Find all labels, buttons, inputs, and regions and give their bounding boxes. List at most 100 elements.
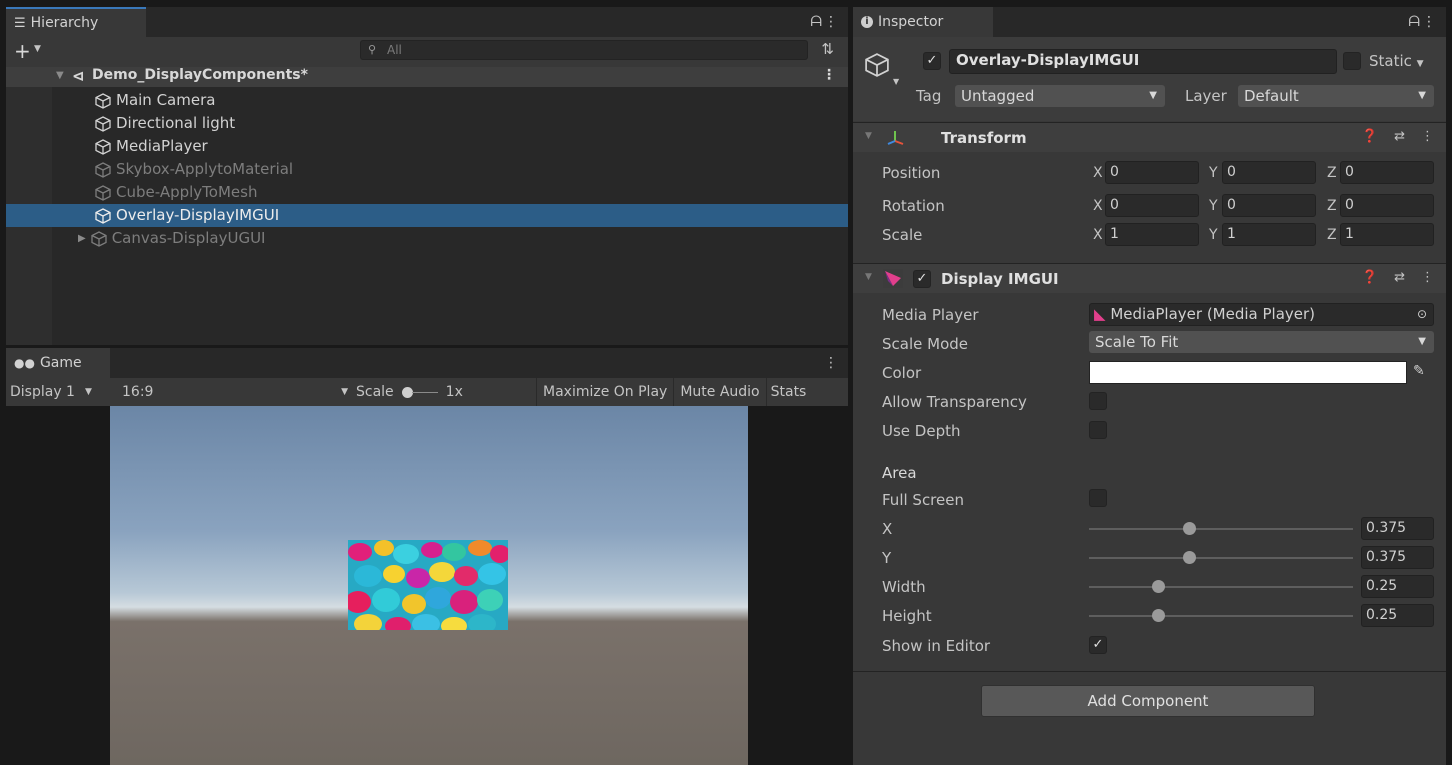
scale-slider[interactable]: Scale 1x — [356, 384, 536, 400]
display-imgui-header-icons: ❓ ⇄ ⋮ — [1362, 270, 1434, 285]
position-x-field[interactable]: 0 — [1105, 161, 1199, 184]
sort-icon[interactable]: ⇅ — [821, 40, 834, 58]
component-menu-icon[interactable]: ⋮ — [1421, 270, 1434, 285]
component-menu-icon[interactable]: ⋮ — [1421, 129, 1434, 144]
preset-icon[interactable]: ⇄ — [1394, 270, 1405, 285]
scene-row[interactable]: ▼ ⊲ Demo_DisplayComponents* ⋮ — [6, 67, 848, 87]
position-x-label[interactable]: X — [1093, 165, 1103, 181]
aspect-dropdown[interactable]: 16:9 ▼ — [116, 384, 356, 400]
kebab-menu-icon[interactable]: ⋮ — [824, 355, 838, 371]
game-viewport[interactable] — [6, 406, 848, 765]
active-checkbox[interactable]: ✓ — [923, 52, 941, 70]
list-item[interactable]: ▶ Canvas-DisplayUGUI — [78, 227, 265, 250]
area-y-field[interactable]: 0.375 — [1361, 546, 1434, 569]
height-slider-knob[interactable] — [1152, 609, 1165, 622]
show-in-editor-checkbox[interactable]: ✓ — [1089, 636, 1107, 654]
game-tabbar: ●● Game ⋮ — [6, 348, 848, 378]
scale-y-field[interactable]: 1 — [1222, 223, 1316, 246]
rotation-y-label[interactable]: Y — [1209, 198, 1218, 214]
area-x-slider-knob[interactable] — [1183, 522, 1196, 535]
media-player-field[interactable]: ◣ MediaPlayer (Media Player) ⊙ — [1089, 303, 1434, 326]
scale-x-field[interactable]: 1 — [1105, 223, 1199, 246]
maximize-on-play-button[interactable]: Maximize On Play — [537, 384, 673, 400]
area-y-slider-knob[interactable] — [1183, 551, 1196, 564]
scale-slider-track[interactable] — [401, 386, 438, 398]
position-y-label[interactable]: Y — [1209, 165, 1218, 181]
tab-game[interactable]: ●● Game — [6, 348, 110, 378]
area-x-value: 0.375 — [1366, 520, 1407, 536]
gameobject-cube-icon[interactable] — [863, 51, 891, 79]
use-depth-checkbox[interactable] — [1089, 421, 1107, 439]
tab-inspector[interactable]: i Inspector — [853, 7, 993, 37]
scale-x-label[interactable]: X — [1093, 227, 1103, 243]
lock-icon[interactable]: ᗩ — [810, 14, 822, 30]
area-x-field[interactable]: 0.375 — [1361, 517, 1434, 540]
chevron-down-icon: ▼ — [1418, 336, 1426, 347]
transform-header[interactable]: ▼ Transform ❓ ⇄ ⋮ — [853, 122, 1446, 152]
component-enabled-checkbox[interactable]: ✓ — [913, 270, 931, 288]
list-item[interactable]: Main Camera — [94, 89, 215, 112]
help-icon[interactable]: ❓ — [1362, 129, 1378, 144]
object-name-field[interactable]: Overlay-DisplayIMGUI — [949, 49, 1337, 74]
rotation-y-field[interactable]: 0 — [1222, 194, 1316, 217]
mute-audio-button[interactable]: Mute Audio — [674, 384, 765, 400]
show-in-editor-label: Show in Editor — [882, 637, 991, 655]
search-input[interactable]: ⚲ All — [360, 40, 808, 60]
position-z-label[interactable]: Z — [1327, 165, 1337, 181]
rotation-z-label[interactable]: Z — [1327, 198, 1337, 214]
display-imgui-title: Display IMGUI — [941, 270, 1059, 288]
scene-menu-icon[interactable]: ⋮ — [822, 67, 836, 83]
tag-dropdown[interactable]: Untagged ▼ — [955, 85, 1165, 107]
width-slider-knob[interactable] — [1152, 580, 1165, 593]
position-z-field[interactable]: 0 — [1340, 161, 1434, 184]
scale-z-label[interactable]: Z — [1327, 227, 1337, 243]
layer-dropdown[interactable]: Default ▼ — [1238, 85, 1434, 107]
help-icon[interactable]: ❓ — [1362, 270, 1378, 285]
chevron-down-icon[interactable]: ▼ — [34, 44, 41, 54]
height-field[interactable]: 0.25 — [1361, 604, 1434, 627]
display-dropdown[interactable]: Display 1 ▼ — [6, 384, 116, 400]
add-icon[interactable]: + — [14, 39, 31, 63]
scale-y-label[interactable]: Y — [1209, 227, 1218, 243]
rotation-z-field[interactable]: 0 — [1340, 194, 1434, 217]
kebab-menu-icon[interactable]: ⋮ — [1422, 14, 1436, 30]
height-slider[interactable] — [1089, 615, 1353, 617]
static-dropdown[interactable]: Static ▼ — [1369, 52, 1424, 70]
list-item[interactable]: Skybox-ApplytoMaterial — [94, 158, 293, 181]
expand-arrow-icon[interactable]: ▼ — [56, 70, 64, 81]
preset-icon[interactable]: ⇄ — [1394, 129, 1405, 144]
static-checkbox[interactable] — [1343, 52, 1361, 70]
list-item[interactable]: Cube-ApplyToMesh — [94, 181, 257, 204]
chevron-down-icon[interactable]: ▼ — [893, 77, 899, 86]
scale-label: Scale — [356, 384, 394, 400]
tab-hierarchy[interactable]: ☰ Hierarchy — [6, 7, 146, 37]
collapse-arrow-icon[interactable]: ▼ — [865, 131, 872, 141]
color-swatch[interactable] — [1089, 361, 1407, 384]
allow-transparency-checkbox[interactable] — [1089, 392, 1107, 410]
object-picker-icon[interactable]: ⊙ — [1417, 304, 1427, 325]
avpro-logo-icon — [883, 269, 903, 288]
kebab-menu-icon[interactable]: ⋮ — [824, 14, 838, 30]
full-screen-checkbox[interactable] — [1089, 489, 1107, 507]
list-item[interactable]: Directional light — [94, 112, 235, 135]
eyedropper-icon[interactable]: ✎ — [1413, 363, 1425, 379]
width-field[interactable]: 0.25 — [1361, 575, 1434, 598]
object-name: Overlay-DisplayIMGUI — [956, 51, 1140, 69]
area-x-slider[interactable] — [1089, 528, 1353, 530]
lock-icon[interactable]: ᗩ — [1408, 14, 1420, 30]
rotation-x-label[interactable]: X — [1093, 198, 1103, 214]
area-y-slider[interactable] — [1089, 557, 1353, 559]
tag-label: Tag — [916, 87, 942, 105]
position-y-field[interactable]: 0 — [1222, 161, 1316, 184]
list-item[interactable]: MediaPlayer — [94, 135, 208, 158]
rotation-x-field[interactable]: 0 — [1105, 194, 1199, 217]
add-component-button[interactable]: Add Component — [981, 685, 1315, 717]
width-slider[interactable] — [1089, 586, 1353, 588]
scale-mode-dropdown[interactable]: Scale To Fit ▼ — [1089, 331, 1434, 353]
collapse-arrow-icon[interactable]: ▼ — [865, 272, 872, 282]
expand-arrow-icon[interactable]: ▶ — [78, 227, 86, 250]
display-imgui-header[interactable]: ▼ ✓ Display IMGUI ❓ ⇄ ⋮ — [853, 263, 1446, 293]
list-item[interactable]: Overlay-DisplayIMGUI — [94, 204, 279, 227]
stats-button[interactable]: Stats — [767, 384, 807, 400]
scale-z-field[interactable]: 1 — [1340, 223, 1434, 246]
